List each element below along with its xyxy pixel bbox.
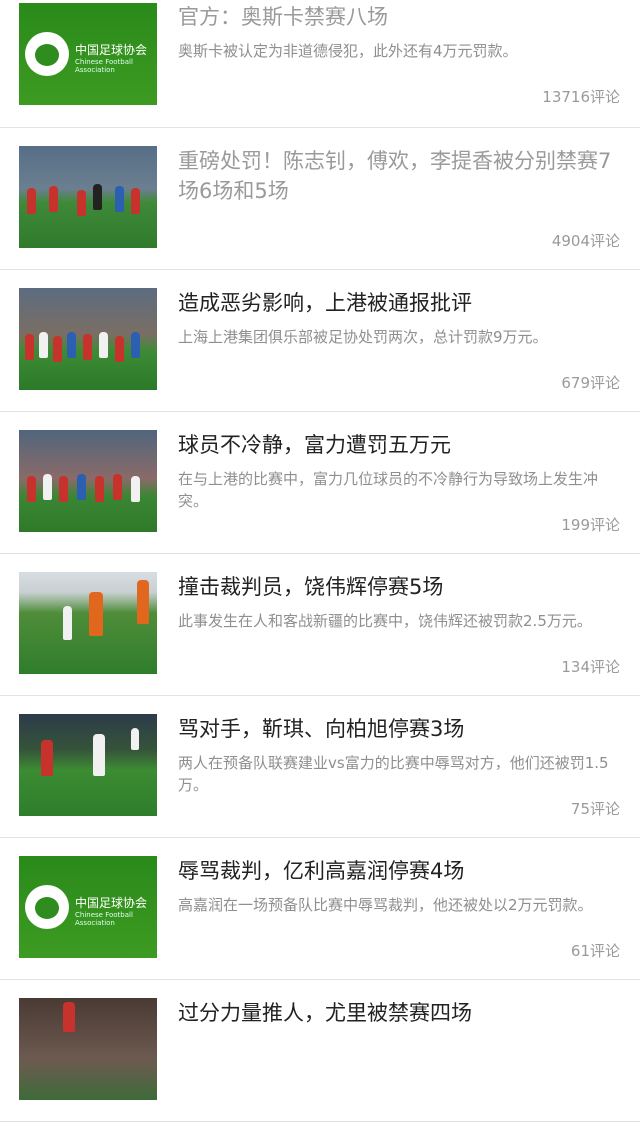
comment-count: 13716评论 bbox=[542, 88, 620, 106]
thumbnail-logo-text: 中国足球协会 bbox=[75, 43, 148, 57]
news-title[interactable]: 造成恶劣影响，上港被通报批评 bbox=[178, 288, 618, 318]
player-figure bbox=[63, 606, 72, 640]
player-figure bbox=[131, 728, 139, 750]
news-title[interactable]: 官方：奥斯卡禁赛八场 bbox=[178, 2, 618, 32]
news-title[interactable]: 球员不冷静，富力遭罚五万元 bbox=[178, 430, 618, 460]
comment-count: 199评论 bbox=[561, 516, 620, 534]
player-figure bbox=[131, 188, 140, 214]
news-summary: 此事发生在人和客战新疆的比赛中，饶伟辉还被罚款2.5万元。 bbox=[178, 612, 592, 630]
player-figure bbox=[53, 336, 62, 362]
news-item[interactable]: 骂对手，靳琪、向柏旭停赛3场 两人在预备队联赛建业vs富力的比赛中辱骂对方，他们… bbox=[0, 696, 640, 838]
player-figure bbox=[43, 474, 52, 500]
news-summary: 奥斯卡被认定为非道德侵犯，此外还有4万元罚款。 bbox=[178, 42, 518, 60]
player-figure bbox=[93, 184, 102, 210]
comment-count: 4904评论 bbox=[551, 232, 620, 250]
player-figure bbox=[131, 332, 140, 358]
news-thumbnail[interactable] bbox=[19, 714, 157, 816]
player-figure bbox=[63, 1002, 75, 1032]
news-summary: 高嘉润在一场预备队比赛中辱骂裁判，他还被处以2万元罚款。 bbox=[178, 896, 593, 914]
news-thumbnail[interactable] bbox=[19, 572, 157, 674]
news-item[interactable]: 重磅处罚！陈志钊，傅欢，李提香被分别禁赛7场6场和5场 4904评论 bbox=[0, 128, 640, 270]
player-figure bbox=[77, 474, 86, 500]
news-thumbnail[interactable] bbox=[19, 998, 157, 1100]
player-figure bbox=[99, 332, 108, 358]
player-figure bbox=[131, 476, 140, 502]
news-title[interactable]: 过分力量推人，尤里被禁赛四场 bbox=[178, 998, 618, 1028]
news-feed: 中国足球协会 Chinese Football Association 官方：奥… bbox=[0, 0, 640, 1122]
news-thumbnail[interactable]: 中国足球协会 Chinese Football Association bbox=[19, 3, 157, 105]
news-thumbnail[interactable] bbox=[19, 288, 157, 390]
player-figure bbox=[95, 476, 104, 502]
player-figure bbox=[137, 580, 149, 624]
news-title[interactable]: 重磅处罚！陈志钊，傅欢，李提香被分别禁赛7场6场和5场 bbox=[178, 146, 618, 206]
cfa-logo-icon bbox=[25, 885, 69, 929]
comment-count: 679评论 bbox=[561, 374, 620, 392]
player-figure bbox=[49, 186, 58, 212]
player-figure bbox=[115, 186, 124, 212]
news-title[interactable]: 撞击裁判员，饶伟辉停赛5场 bbox=[178, 572, 618, 602]
player-figure bbox=[25, 334, 34, 360]
player-figure bbox=[83, 334, 92, 360]
player-figure bbox=[39, 332, 48, 358]
comment-count: 75评论 bbox=[570, 800, 620, 818]
thumbnail-logo-subtext: Chinese Football Association bbox=[75, 911, 133, 927]
player-figure bbox=[77, 190, 86, 216]
player-figure bbox=[27, 476, 36, 502]
news-item[interactable]: 过分力量推人，尤里被禁赛四场 bbox=[0, 980, 640, 1122]
news-item[interactable]: 中国足球协会 Chinese Football Association 官方：奥… bbox=[0, 0, 640, 128]
news-item[interactable]: 球员不冷静，富力遭罚五万元 在与上港的比赛中，富力几位球员的不冷静行为导致场上发… bbox=[0, 412, 640, 554]
news-thumbnail[interactable] bbox=[19, 146, 157, 248]
news-thumbnail[interactable] bbox=[19, 430, 157, 532]
news-summary: 在与上港的比赛中，富力几位球员的不冷静行为导致场上发生冲突。 bbox=[178, 470, 599, 510]
player-figure bbox=[93, 734, 105, 776]
news-thumbnail[interactable]: 中国足球协会 Chinese Football Association bbox=[19, 856, 157, 958]
news-item[interactable]: 造成恶劣影响，上港被通报批评 上海上港集团俱乐部被足协处罚两次，总计罚款9万元。… bbox=[0, 270, 640, 412]
player-figure bbox=[27, 188, 36, 214]
player-figure bbox=[115, 336, 124, 362]
player-figure bbox=[67, 332, 76, 358]
news-item[interactable]: 中国足球协会 Chinese Football Association 辱骂裁判… bbox=[0, 838, 640, 980]
player-figure bbox=[59, 476, 68, 502]
news-title[interactable]: 辱骂裁判，亿利高嘉润停赛4场 bbox=[178, 856, 618, 886]
cfa-logo-icon bbox=[25, 32, 69, 76]
thumbnail-logo-text: 中国足球协会 bbox=[75, 896, 148, 910]
player-figure bbox=[41, 740, 53, 776]
player-figure bbox=[89, 592, 103, 636]
news-title[interactable]: 骂对手，靳琪、向柏旭停赛3场 bbox=[178, 714, 618, 744]
news-summary: 上海上港集团俱乐部被足协处罚两次，总计罚款9万元。 bbox=[178, 328, 548, 346]
news-summary: 两人在预备队联赛建业vs富力的比赛中辱骂对方，他们还被罚1.5万。 bbox=[178, 754, 609, 794]
comment-count: 61评论 bbox=[570, 942, 620, 960]
thumbnail-logo-subtext: Chinese Football Association bbox=[75, 58, 133, 74]
news-item[interactable]: 撞击裁判员，饶伟辉停赛5场 此事发生在人和客战新疆的比赛中，饶伟辉还被罚款2.5… bbox=[0, 554, 640, 696]
player-figure bbox=[113, 474, 122, 500]
comment-count: 134评论 bbox=[561, 658, 620, 676]
